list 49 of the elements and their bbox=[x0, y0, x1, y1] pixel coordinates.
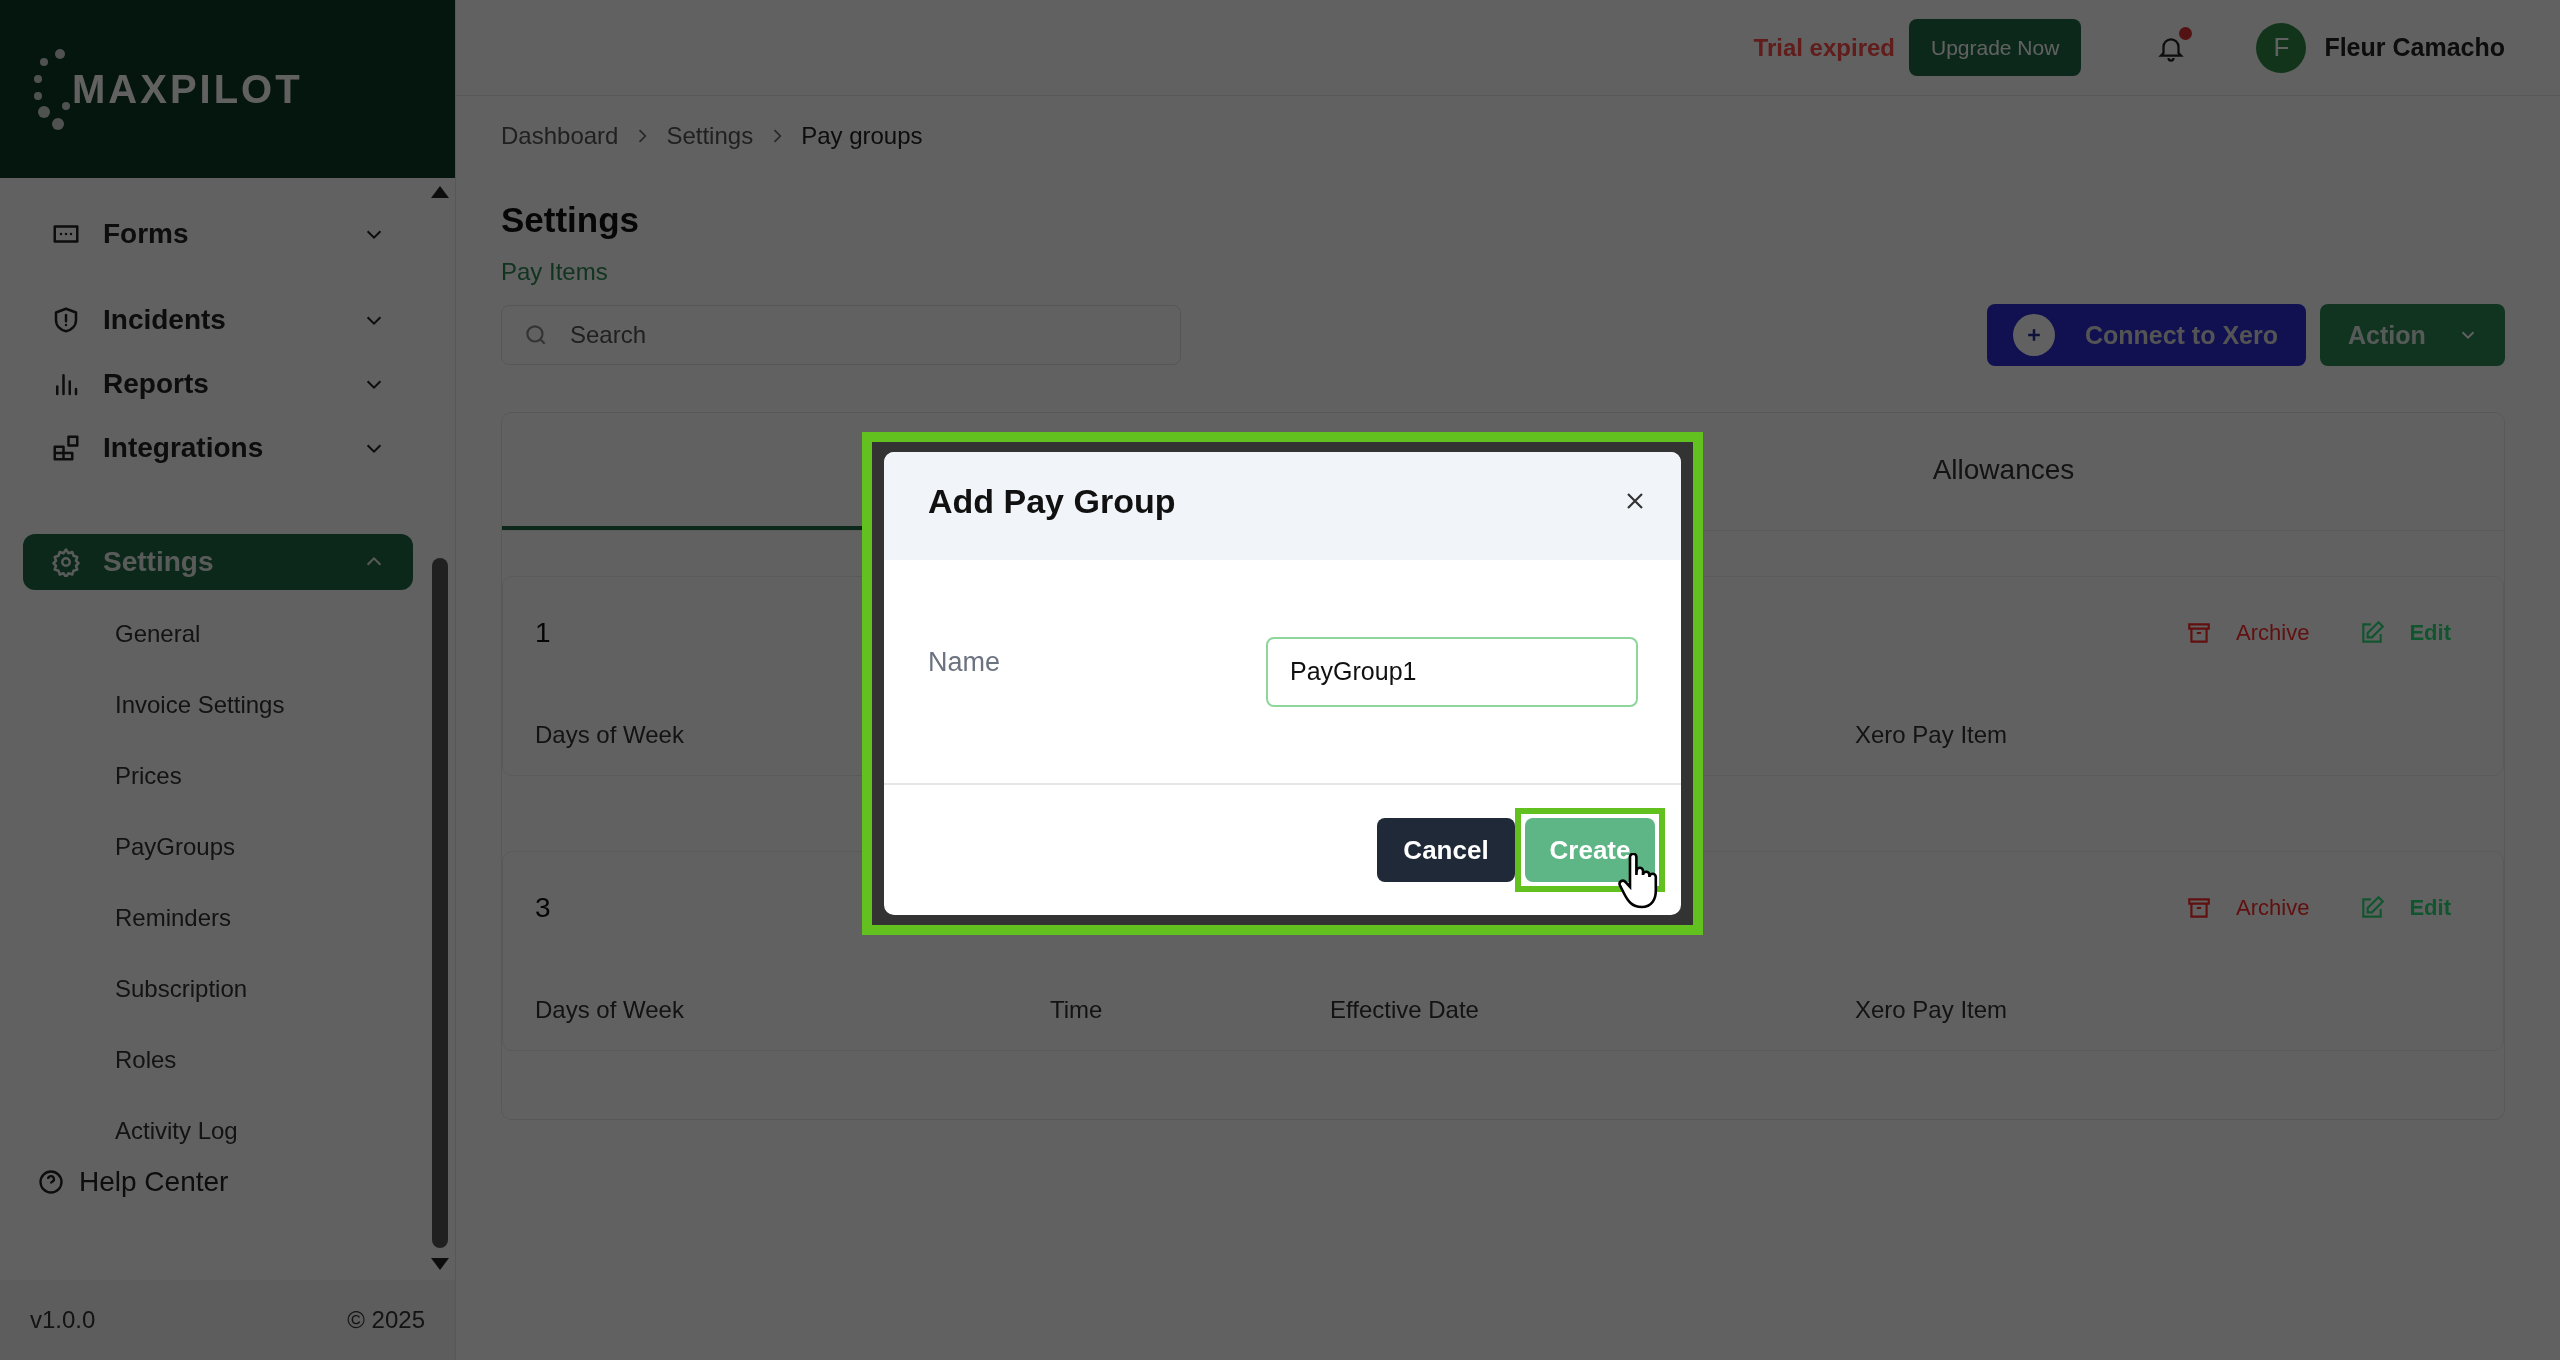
breadcrumb-link[interactable]: Settings bbox=[666, 122, 754, 150]
archive-button[interactable]: Archive bbox=[2186, 620, 2310, 646]
column-header: Days of Week bbox=[535, 721, 685, 749]
sidebar-subitem[interactable]: Subscription bbox=[23, 953, 431, 1024]
sidebar-subitem[interactable]: Roles bbox=[23, 1024, 431, 1095]
breadcrumb-link[interactable]: Pay groups bbox=[801, 122, 923, 150]
gear-icon bbox=[51, 547, 81, 577]
trial-status: Trial expired bbox=[1753, 33, 1895, 62]
archive-button[interactable]: Archive bbox=[2186, 895, 2310, 921]
sidebar-item[interactable]: Forms bbox=[23, 206, 413, 262]
dialog-title: Add Pay Group bbox=[928, 481, 1176, 521]
pay-group-name: 1 bbox=[535, 617, 551, 649]
blocks-icon bbox=[51, 433, 81, 463]
user-avatar[interactable]: F bbox=[2256, 22, 2307, 73]
sidebar-subitem[interactable]: Invoice Settings bbox=[23, 669, 431, 740]
action-dropdown-button[interactable]: Action bbox=[2320, 304, 2505, 366]
name-input-field[interactable]: PayGroup1 bbox=[1266, 636, 1638, 707]
column-header: Xero Pay Item bbox=[1855, 721, 2009, 749]
column-header: Effective Date bbox=[1330, 996, 1480, 1024]
connect-xero-button[interactable]: Connect to Xero bbox=[1986, 304, 2306, 366]
copyright-text: © 2025 bbox=[347, 1306, 425, 1334]
archive-box-icon bbox=[2186, 620, 2213, 646]
sidebar-subitem[interactable]: Reminders bbox=[23, 882, 431, 953]
logo-wordmark: MAXPILOT bbox=[72, 66, 303, 112]
plus-circle-icon bbox=[2012, 314, 2055, 356]
column-header: Xero Pay Item bbox=[1855, 996, 2009, 1024]
archive-box-icon bbox=[2186, 895, 2213, 921]
breadcrumb-link[interactable]: Dashboard bbox=[501, 122, 619, 150]
pay-group-name: 3 bbox=[535, 892, 551, 924]
upgrade-button[interactable]: Upgrade Now bbox=[1909, 19, 2082, 76]
sidebar-item[interactable]: Incidents bbox=[23, 292, 413, 348]
sidebar-subitem[interactable]: Activity Log bbox=[23, 1095, 431, 1166]
version-text: v1.0.0 bbox=[30, 1306, 96, 1334]
sidebar-item[interactable]: Reports bbox=[23, 356, 413, 412]
sidebar-subitem[interactable]: Prices bbox=[23, 740, 431, 811]
cancel-button[interactable]: Cancel bbox=[1377, 818, 1515, 882]
sidebar-item[interactable]: Integrations bbox=[23, 420, 413, 476]
page-title: Settings bbox=[501, 200, 641, 240]
sidebar-subitem[interactable]: PayGroups bbox=[23, 811, 431, 882]
column-header: Days of Week bbox=[535, 996, 685, 1024]
help-icon bbox=[37, 1168, 65, 1196]
field-label: Name bbox=[928, 647, 1002, 678]
search-field[interactable]: Search bbox=[501, 305, 1181, 365]
column-header: Time bbox=[1050, 996, 1104, 1024]
sidebar-item[interactable]: Settings bbox=[23, 534, 413, 590]
sidebar-subitem[interactable]: General bbox=[23, 598, 431, 669]
section-link[interactable]: Pay Items bbox=[501, 258, 2505, 286]
user-name: Fleur Camacho bbox=[2324, 33, 2505, 62]
help-center-link[interactable]: Help Center bbox=[23, 1166, 431, 1198]
